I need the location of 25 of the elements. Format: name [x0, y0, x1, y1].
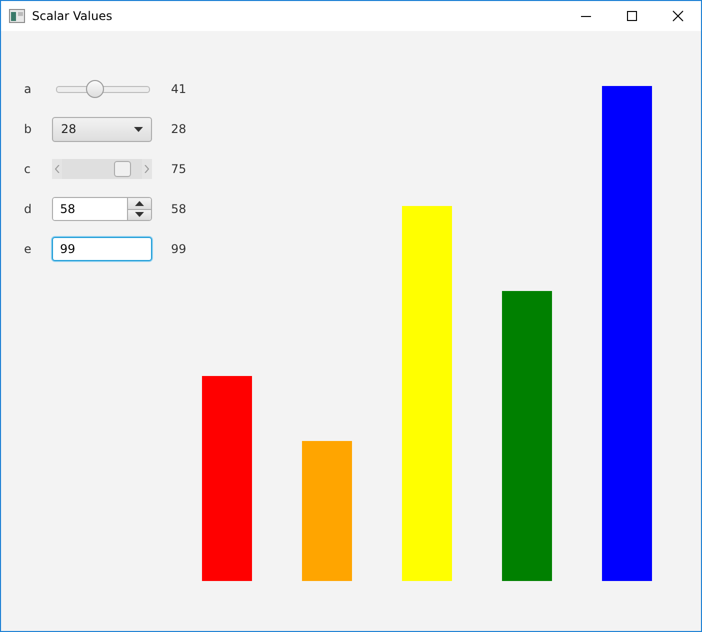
maximize-icon: [626, 10, 638, 22]
up-arrow-icon: [135, 200, 144, 206]
value-label: 41: [171, 82, 186, 96]
slider-thumb[interactable]: [86, 80, 104, 98]
app-icon: [9, 9, 25, 23]
scrollbar[interactable]: [52, 159, 152, 179]
caret-icon: [134, 126, 143, 132]
field-label: e: [24, 242, 32, 256]
scrollbar-thumb[interactable]: [114, 161, 130, 177]
window-title: Scalar Values: [32, 9, 112, 23]
text-field[interactable]: 99: [52, 237, 152, 261]
close-icon: [672, 10, 684, 22]
decrement-button[interactable]: [128, 208, 151, 220]
field-label: c: [24, 162, 32, 176]
down-arrow-icon: [135, 212, 144, 218]
field-label: d: [24, 202, 33, 216]
field-label: b: [24, 122, 33, 136]
value-label: 99: [171, 242, 186, 256]
value-label: 28: [171, 122, 186, 136]
value-label: 58: [171, 202, 186, 216]
number-spinner[interactable]: 58: [52, 197, 152, 221]
value-label: 75: [171, 162, 186, 176]
field-label: a: [24, 82, 32, 96]
dropdown[interactable]: 28: [52, 116, 152, 142]
increment-button[interactable]: [128, 198, 151, 208]
